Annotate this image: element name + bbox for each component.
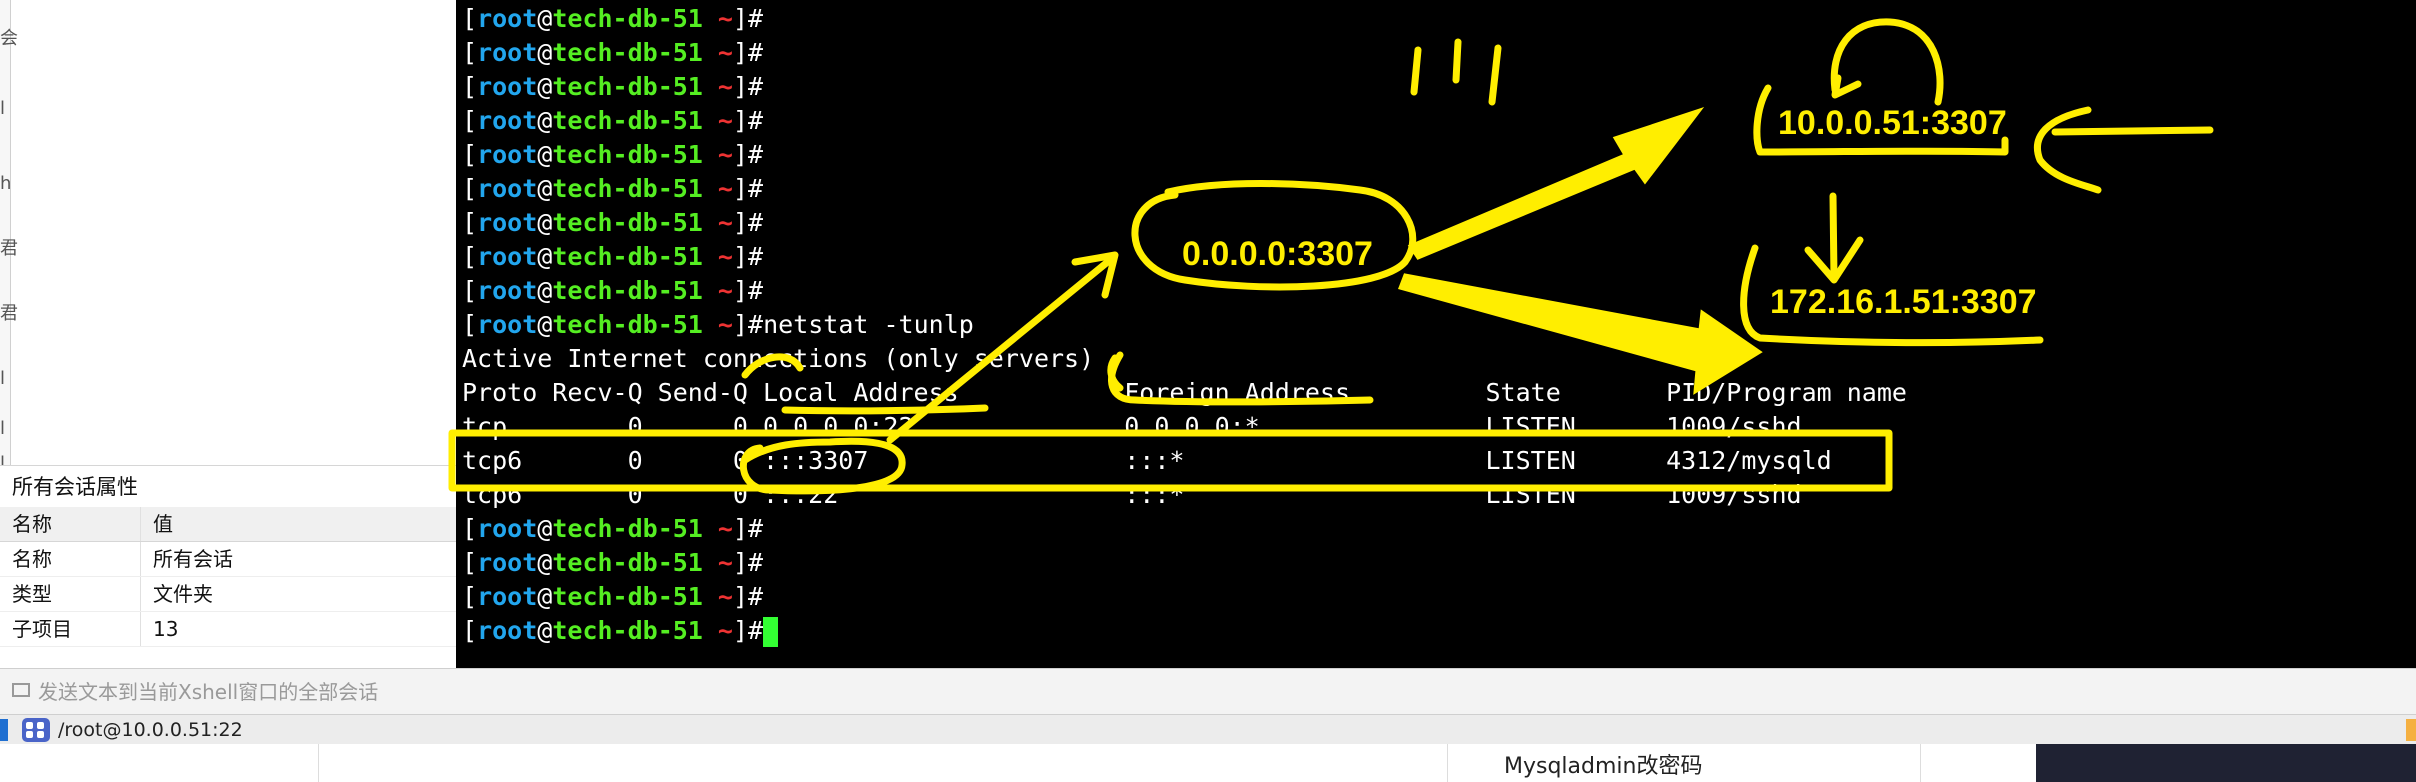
terminal-prompt-line: [root@tech-db-51 ~]#	[462, 208, 764, 237]
session-tree-edge: 会lh君君lll	[0, 0, 18, 473]
terminal-prompt-line: [root@tech-db-51 ~]#	[462, 72, 764, 101]
background-dark-panel	[2036, 744, 2416, 782]
properties-header-value[interactable]: 值	[140, 507, 456, 541]
divider	[1920, 744, 1921, 782]
terminal-prompt-line: [root@tech-db-51 ~]#	[462, 242, 764, 271]
background-page-link[interactable]: Mysqladmin改密码	[1504, 748, 1702, 780]
session-tree[interactable]	[12, 0, 452, 465]
property-value: 13	[140, 612, 456, 646]
terminal-prompt-line: [root@tech-db-51 ~]#	[462, 548, 764, 577]
terminal-prompt-line: [root@tech-db-51 ~]#	[462, 614, 1907, 648]
truncated-session-glyph: l	[0, 368, 6, 389]
property-key: 名称	[12, 547, 52, 571]
properties-table: 名称 值 名称 所有会话 类型 文件夹 子项目 13	[0, 507, 456, 647]
truncated-session-glyph: l	[0, 418, 6, 439]
terminal-prompt-line: [root@tech-db-51 ~]#netstat -tunlp	[462, 310, 974, 339]
truncated-session-glyph: h	[0, 173, 12, 194]
terminal-prompt-line: [root@tech-db-51 ~]#	[462, 174, 764, 203]
properties-row[interactable]: 子项目 13	[0, 612, 456, 647]
properties-row[interactable]: 名称 所有会话	[0, 542, 456, 577]
status-indicator-icon	[2406, 719, 2416, 741]
terminal-output-line: tcp 0 0 0.0.0.0:22 0.0.0.0:* LISTEN 1009…	[462, 412, 1802, 441]
compose-bar[interactable]: 发送文本到当前Xshell窗口的全部会话	[0, 668, 2416, 715]
session-manager-panel: 会lh君君lll 所有会话属性 名称 值 名称 所有会话 类型 文件夹 子项目 …	[0, 0, 457, 668]
terminal-prompt-line: [root@tech-db-51 ~]#	[462, 4, 764, 33]
status-bar: /root@10.0.0.51:22	[0, 714, 2416, 745]
background-webpage: Mysqladmin改密码	[0, 744, 2416, 782]
terminal-prompt-line: [root@tech-db-51 ~]#	[462, 140, 764, 169]
terminal-output-line: tcp6 0 0 :::3307 :::* LISTEN 4312/mysqld	[462, 446, 1832, 475]
compose-input[interactable]: 发送文本到当前Xshell窗口的全部会话	[38, 669, 378, 715]
terminal-prompt-line: [root@tech-db-51 ~]#	[462, 514, 764, 543]
session-address: /root@10.0.0.51:22	[58, 719, 243, 741]
terminal-output-line: Active Internet connections (only server…	[462, 344, 1095, 373]
terminal-prompt-line: [root@tech-db-51 ~]#	[462, 38, 764, 67]
terminal-prompt-line: [root@tech-db-51 ~]#	[462, 582, 764, 611]
property-value: 文件夹	[140, 577, 456, 611]
terminal-prompt-line: [root@tech-db-51 ~]#	[462, 276, 764, 305]
properties-row[interactable]: 类型 文件夹	[0, 577, 456, 612]
terminal-output-line: tcp6 0 0 :::22 :::* LISTEN 1009/sshd	[462, 480, 1802, 509]
terminal-output: [root@tech-db-51 ~]# [root@tech-db-51 ~]#…	[462, 2, 1907, 648]
terminal-cursor	[763, 617, 779, 647]
property-key: 子项目	[12, 617, 72, 641]
truncated-session-glyph: l	[0, 98, 6, 119]
divider	[1447, 744, 1448, 782]
properties-header-name[interactable]: 名称	[0, 507, 140, 541]
properties-header-row: 名称 值	[0, 507, 456, 542]
apps-grid-icon[interactable]	[22, 718, 50, 742]
terminal-output-line: Proto Recv-Q Send-Q Local Address Foreig…	[462, 378, 1907, 407]
terminal-prompt-line: [root@tech-db-51 ~]#	[462, 106, 764, 135]
property-key: 类型	[12, 582, 52, 606]
terminal-window[interactable]: [root@tech-db-51 ~]# [root@tech-db-51 ~]#…	[456, 0, 2416, 668]
compose-icon[interactable]	[12, 683, 30, 697]
divider	[318, 744, 319, 782]
xshell-icon[interactable]	[0, 719, 8, 741]
property-value: 所有会话	[140, 542, 456, 576]
properties-title: 所有会话属性	[0, 465, 456, 507]
